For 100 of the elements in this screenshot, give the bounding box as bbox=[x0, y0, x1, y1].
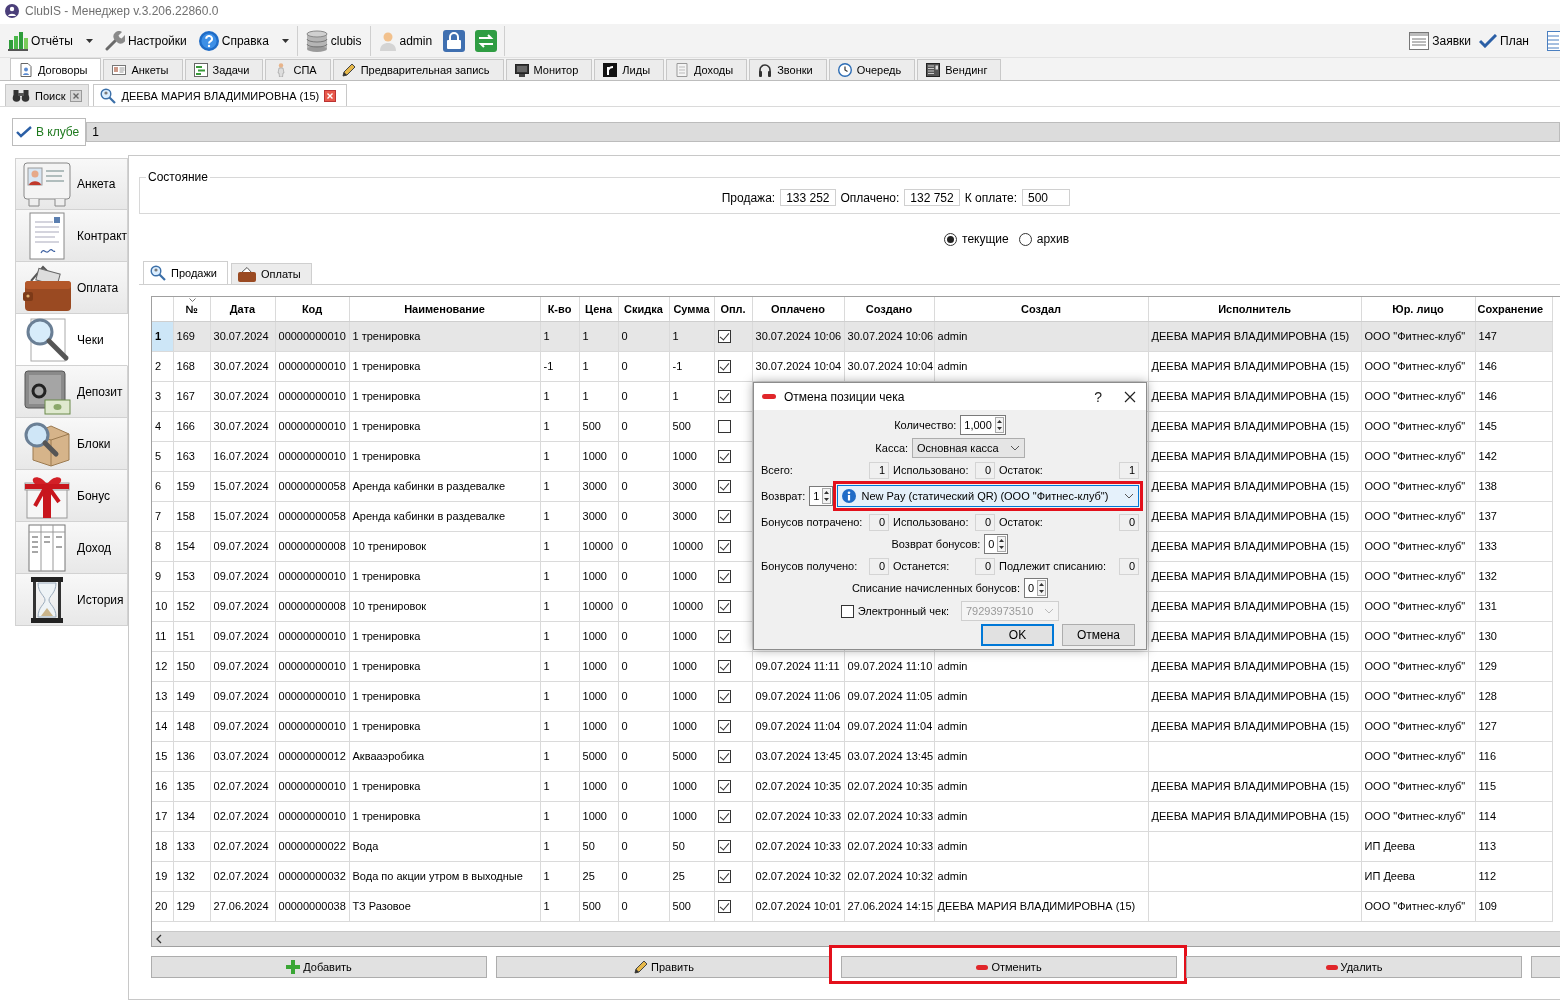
tab[interactable]: Вендинг bbox=[917, 59, 1002, 80]
spin-arrows-icon[interactable] bbox=[994, 417, 1004, 433]
column-header[interactable]: Наименование bbox=[349, 297, 540, 321]
tab[interactable]: Поиск bbox=[5, 84, 90, 106]
sidebar-item[interactable]: Контракт bbox=[15, 210, 128, 262]
status-tab[interactable]: В клубе bbox=[12, 118, 87, 146]
row-number[interactable]: 1 bbox=[152, 321, 173, 351]
tab[interactable]: Оплаты bbox=[230, 263, 312, 284]
column-header[interactable]: Создано bbox=[844, 297, 934, 321]
row-number[interactable]: 2 bbox=[152, 351, 173, 381]
row-number[interactable]: 6 bbox=[152, 471, 173, 501]
sidebar-item[interactable]: История bbox=[15, 574, 128, 626]
tab[interactable]: ДЕЕВА МАРИЯ ВЛАДИМИРОВНА (15) bbox=[93, 84, 348, 106]
column-header[interactable]: № bbox=[185, 302, 198, 315]
row-number[interactable]: 12 bbox=[152, 651, 173, 681]
close-icon[interactable] bbox=[1124, 390, 1136, 403]
row-number[interactable]: 7 bbox=[152, 501, 173, 531]
toolbar-button[interactable]: План bbox=[1475, 25, 1533, 56]
sidebar-item[interactable]: Анкета bbox=[15, 158, 128, 210]
spin-arrows-icon[interactable] bbox=[822, 488, 832, 504]
dialog-button[interactable]: Отмена bbox=[1062, 624, 1135, 646]
checkbox[interactable] bbox=[717, 599, 731, 613]
help-button[interactable]: ? bbox=[1080, 388, 1116, 405]
tab[interactable]: Звонки bbox=[749, 59, 827, 80]
action-button[interactable]: Отменить bbox=[841, 956, 1177, 978]
dropdown[interactable]: Основная касса bbox=[912, 438, 1025, 458]
row-number[interactable]: 13 bbox=[152, 681, 173, 711]
row-number[interactable]: 20 bbox=[152, 891, 173, 921]
radio-button[interactable] bbox=[944, 232, 958, 246]
row-number[interactable]: 17 bbox=[152, 801, 173, 831]
checkbox[interactable] bbox=[717, 329, 731, 343]
spin-box[interactable]: 1,000 bbox=[960, 415, 1006, 435]
row-number[interactable]: 5 bbox=[152, 441, 173, 471]
tab[interactable]: Задачи bbox=[184, 59, 264, 80]
checkbox[interactable] bbox=[717, 899, 731, 913]
column-header[interactable]: Дата bbox=[210, 297, 275, 321]
checkbox[interactable] bbox=[717, 809, 731, 823]
row-number[interactable]: 15 bbox=[152, 741, 173, 771]
toolbar-button[interactable]: admin bbox=[374, 25, 437, 56]
checkbox[interactable] bbox=[717, 389, 731, 403]
horizontal-scrollbar[interactable] bbox=[152, 931, 1560, 946]
sidebar-item[interactable]: Чеки bbox=[15, 314, 128, 366]
exchange-arrows-icon[interactable] bbox=[475, 29, 498, 52]
checkbox[interactable] bbox=[717, 749, 731, 763]
checkbox[interactable] bbox=[717, 479, 731, 493]
tab[interactable]: Предварительная запись bbox=[332, 59, 504, 80]
checkbox[interactable] bbox=[717, 539, 731, 553]
column-header[interactable]: Цена bbox=[579, 297, 618, 321]
lock-icon[interactable] bbox=[443, 29, 466, 52]
sidebar-item[interactable]: Бонус bbox=[15, 470, 128, 522]
spin-arrows-icon[interactable] bbox=[1037, 580, 1047, 596]
radio-button[interactable] bbox=[1018, 232, 1032, 246]
toolbar-button[interactable]: Заявки bbox=[1405, 25, 1476, 56]
row-number[interactable]: 18 bbox=[152, 831, 173, 861]
checkbox[interactable] bbox=[717, 359, 731, 373]
column-header[interactable]: Создал bbox=[934, 297, 1148, 321]
row-number[interactable]: 16 bbox=[152, 771, 173, 801]
tab[interactable]: Продажи bbox=[143, 261, 228, 284]
column-header[interactable]: Скидка bbox=[618, 297, 669, 321]
row-number[interactable]: 8 bbox=[152, 531, 173, 561]
row-number[interactable]: 14 bbox=[152, 711, 173, 741]
table-icon[interactable] bbox=[1547, 30, 1560, 51]
checkbox[interactable] bbox=[717, 509, 731, 523]
tab[interactable]: Договоры bbox=[10, 58, 102, 80]
checkbox[interactable] bbox=[717, 419, 731, 433]
spin-arrows-icon[interactable] bbox=[997, 536, 1007, 552]
toolbar-button[interactable]: Настройки bbox=[100, 25, 191, 56]
sidebar-item[interactable]: Блоки bbox=[15, 418, 128, 470]
column-header[interactable]: К-во bbox=[540, 297, 579, 321]
toolbar-button[interactable]: Справка bbox=[194, 25, 293, 56]
chevron-left-icon[interactable] bbox=[156, 934, 162, 944]
checkbox[interactable] bbox=[717, 689, 731, 703]
action-button[interactable]: Удалить bbox=[1186, 956, 1522, 978]
sidebar-item[interactable]: Доход bbox=[15, 522, 128, 574]
tab[interactable]: СПА bbox=[265, 59, 331, 80]
sidebar-item[interactable]: Депозит bbox=[15, 366, 128, 418]
tab[interactable]: Анкеты bbox=[103, 59, 183, 80]
checkbox[interactable] bbox=[717, 449, 731, 463]
spin-box[interactable]: 0 bbox=[984, 534, 1009, 554]
action-button[interactable]: Добавить bbox=[151, 956, 487, 978]
column-header[interactable]: Опл. bbox=[714, 297, 752, 321]
row-number[interactable]: 11 bbox=[152, 621, 173, 651]
spin-box[interactable]: 0 bbox=[1023, 578, 1049, 598]
checkbox[interactable] bbox=[717, 839, 731, 853]
column-header[interactable]: Код bbox=[275, 297, 349, 321]
row-number[interactable]: 9 bbox=[152, 561, 173, 591]
checkbox[interactable] bbox=[717, 719, 731, 733]
checkbox[interactable] bbox=[717, 569, 731, 583]
row-number[interactable]: 4 bbox=[152, 411, 173, 441]
checkbox[interactable] bbox=[717, 869, 731, 883]
row-number[interactable]: 19 bbox=[152, 861, 173, 891]
row-number[interactable]: 3 bbox=[152, 381, 173, 411]
column-header[interactable]: Оплачено bbox=[752, 297, 844, 321]
tab[interactable]: Монитор bbox=[505, 59, 593, 80]
column-header[interactable]: Сохранение bbox=[1475, 297, 1552, 321]
spin-box[interactable]: 1 bbox=[809, 486, 834, 506]
tab[interactable]: Очередь bbox=[828, 59, 916, 80]
sidebar-item[interactable]: Оплата bbox=[15, 262, 128, 314]
column-header[interactable]: Юр. лицо bbox=[1361, 297, 1475, 321]
column-header[interactable]: Исполнитель bbox=[1148, 297, 1361, 321]
